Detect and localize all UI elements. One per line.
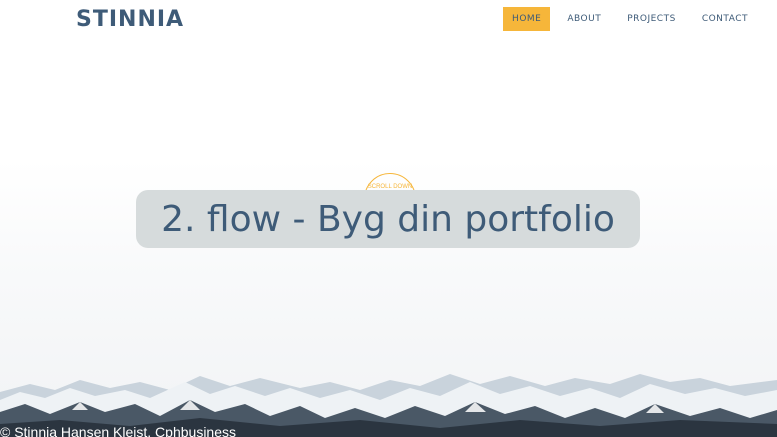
nav-contact[interactable]: CONTACT [693,7,757,31]
main-nav: HOME ABOUT PROJECTS CONTACT [495,7,777,31]
nav-projects[interactable]: PROJECTS [618,7,685,31]
hero-section: SCROLL DOWN 2. flow - Byg din portfolio … [0,40,777,437]
site-logo[interactable]: STINNIA [76,7,184,32]
nav-about[interactable]: ABOUT [558,7,610,31]
hero-title: 2. flow - Byg din portfolio [161,198,615,240]
copyright-text: © Stinnia Hansen Kleist, Cphbusiness [0,424,236,437]
hero-title-box: 2. flow - Byg din portfolio [136,190,640,248]
site-header: STINNIA HOME ABOUT PROJECTS CONTACT [0,0,777,40]
nav-home[interactable]: HOME [503,7,551,31]
